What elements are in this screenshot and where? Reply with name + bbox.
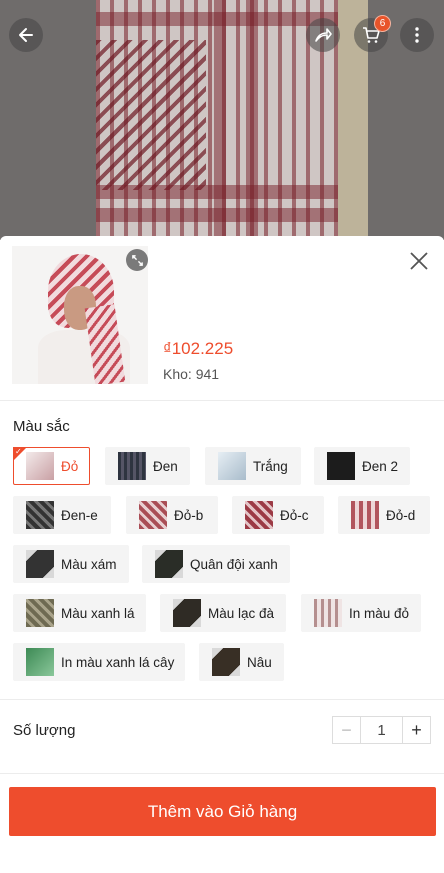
option-label: Màu xám — [61, 556, 117, 572]
option-label: Đỏ-c — [280, 507, 309, 523]
option-in-mau-do[interactable]: In màu đỏ — [301, 594, 421, 632]
option-label: Quân đội xanh — [190, 556, 278, 572]
swatch-image — [26, 452, 54, 480]
variation-sheet: ₫102.225 Kho: 941 Màu sắc ✓ Đỏ Đen Trắng… — [0, 236, 444, 873]
option-label: Đỏ-d — [386, 507, 416, 523]
swatch-image — [218, 452, 246, 480]
swatch-image — [245, 501, 273, 529]
more-icon — [415, 27, 419, 43]
product-price: ₫102.225 — [163, 339, 234, 358]
close-icon — [410, 252, 428, 270]
swatch-image — [212, 648, 240, 676]
option-label: In màu xanh lá cây — [61, 654, 175, 670]
swatch-image — [26, 648, 54, 676]
swatch-image — [314, 599, 342, 627]
swatch-image — [155, 550, 183, 578]
expand-image-button[interactable] — [126, 249, 148, 271]
option-mau-xam[interactable]: Màu xám — [13, 545, 129, 583]
cart-button[interactable]: 6 — [354, 15, 391, 52]
add-to-cart-button[interactable]: Thêm vào Giỏ hàng — [9, 787, 436, 836]
swatch-image — [139, 501, 167, 529]
swatch-image — [26, 550, 54, 578]
divider — [0, 699, 444, 700]
quantity-label: Số lượng — [13, 722, 76, 739]
variation-title: Màu sắc — [13, 418, 70, 435]
option-label: Đen 2 — [362, 458, 399, 474]
back-button[interactable] — [9, 18, 43, 52]
option-label: Đỏ-b — [174, 507, 204, 523]
option-mau-lac-da[interactable]: Màu lạc đà — [160, 594, 286, 632]
swatch-image — [327, 452, 355, 480]
quantity-decrease-button[interactable]: − — [333, 717, 360, 743]
option-do-d[interactable]: Đỏ-d — [338, 496, 430, 534]
share-button[interactable] — [306, 18, 340, 52]
option-label: Trắng — [253, 458, 288, 474]
option-label: Màu lạc đà — [208, 605, 275, 621]
option-quan-doi-xanh[interactable]: Quân đội xanh — [142, 545, 290, 583]
divider — [0, 773, 444, 774]
option-nau[interactable]: Nâu — [199, 643, 284, 681]
option-label: Đỏ — [61, 458, 79, 474]
stock-count: Kho: 941 — [163, 366, 220, 382]
option-mau-xanh-la[interactable]: Màu xanh lá — [13, 594, 146, 632]
cart-count-badge: 6 — [374, 15, 391, 32]
back-arrow-icon — [19, 28, 33, 42]
option-do-b[interactable]: Đỏ-b — [126, 496, 218, 534]
option-trang[interactable]: Trắng — [205, 447, 301, 485]
option-den-e[interactable]: Đen-e — [13, 496, 111, 534]
option-in-mau-xanh-la-cay[interactable]: In màu xanh lá cây — [13, 643, 185, 681]
close-button[interactable] — [408, 250, 430, 272]
share-icon — [315, 28, 332, 42]
product-image-backdrop: 6 — [0, 0, 444, 240]
option-label: Đen-e — [61, 507, 98, 523]
option-label: Màu xanh lá — [61, 605, 135, 621]
more-button[interactable] — [400, 18, 434, 52]
expand-icon — [131, 254, 143, 266]
divider — [0, 400, 444, 401]
option-label: Đen — [153, 458, 178, 474]
option-do[interactable]: ✓ Đỏ — [13, 447, 90, 485]
check-icon: ✓ — [15, 447, 22, 456]
quantity-stepper: − 1 + — [332, 716, 431, 744]
swatch-image — [351, 501, 379, 529]
quantity-increase-button[interactable]: + — [403, 717, 430, 743]
swatch-image — [173, 599, 201, 627]
option-den[interactable]: Đen — [105, 447, 190, 485]
option-label: In màu đỏ — [349, 605, 410, 621]
swatch-image — [26, 501, 54, 529]
option-den-2[interactable]: Đen 2 — [314, 447, 410, 485]
swatch-image — [26, 599, 54, 627]
option-label: Nâu — [247, 654, 272, 670]
swatch-image — [118, 452, 146, 480]
option-do-c[interactable]: Đỏ-c — [232, 496, 324, 534]
quantity-input[interactable]: 1 — [360, 717, 403, 743]
